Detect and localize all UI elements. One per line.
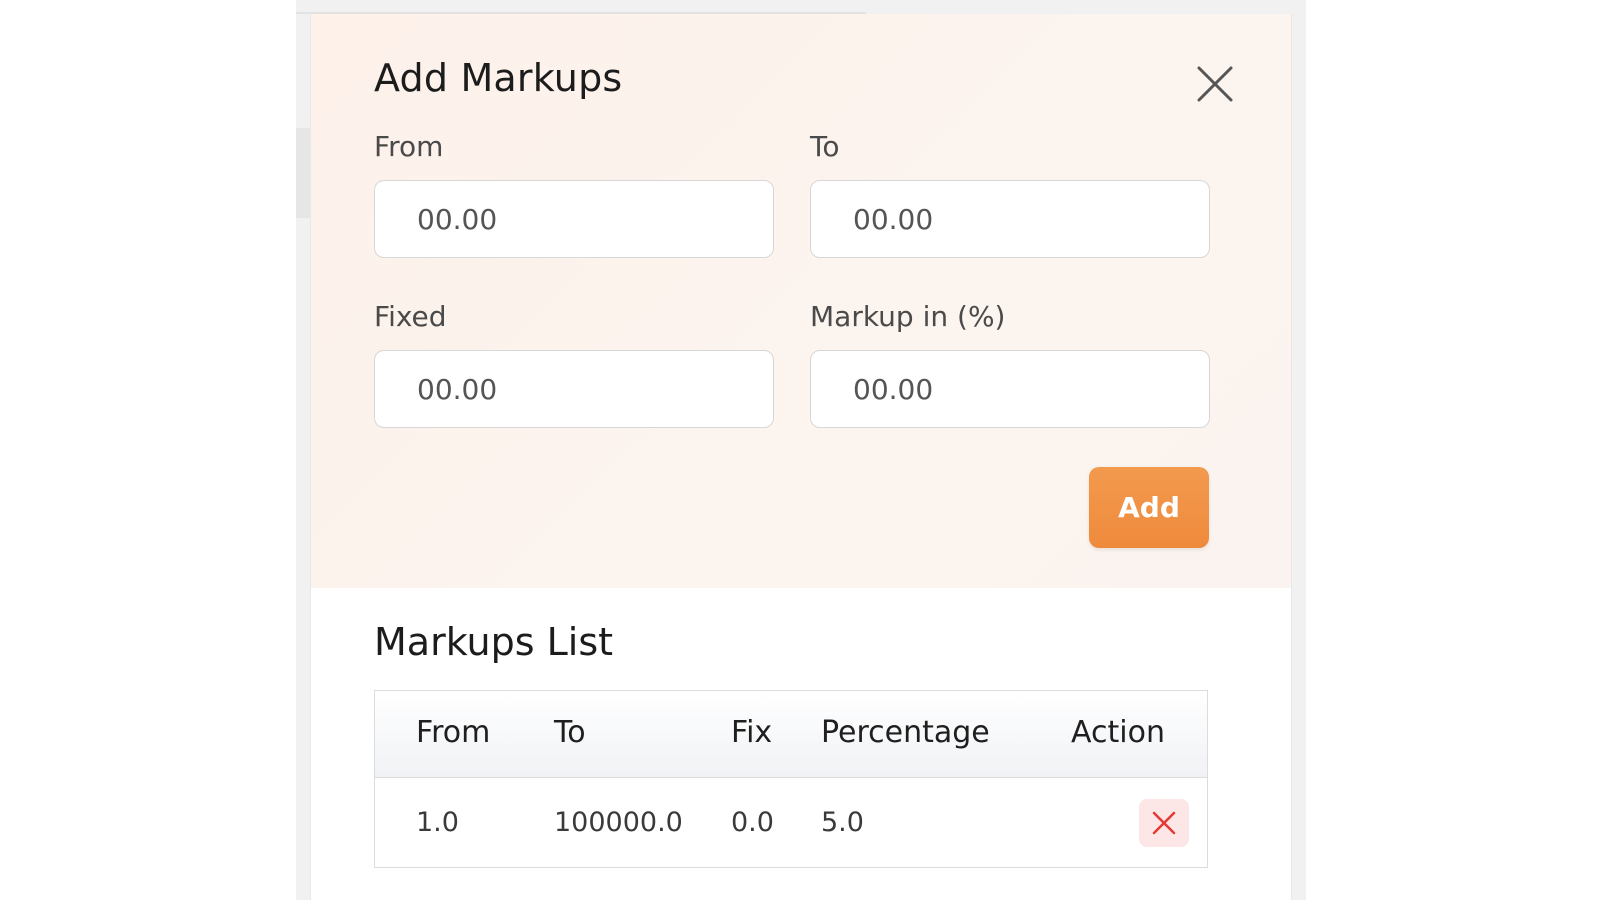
- column-header-fix: Fix: [731, 715, 773, 750]
- table-header: From To Fix Percentage Action: [375, 691, 1207, 778]
- from-label: From: [374, 130, 444, 163]
- cell-from: 1.0: [416, 807, 459, 838]
- markups-table: From To Fix Percentage Action 1.0 100000…: [374, 690, 1208, 868]
- delete-x-icon: [1152, 811, 1176, 835]
- column-header-action: Action: [1071, 715, 1165, 750]
- markup-percent-input[interactable]: [810, 350, 1210, 428]
- delete-button[interactable]: [1139, 799, 1189, 847]
- markup-percent-label: Markup in (%): [810, 300, 1006, 333]
- from-input[interactable]: [374, 180, 774, 258]
- cell-to: 100000.0: [554, 807, 683, 838]
- close-icon[interactable]: [1191, 60, 1239, 108]
- add-markups-modal: Add Markups From To Fixed Markup in (%) …: [310, 14, 1292, 900]
- fixed-label: Fixed: [374, 300, 447, 333]
- column-header-to: To: [554, 715, 586, 750]
- cell-fix: 0.0: [731, 807, 774, 838]
- column-header-from: From: [416, 715, 491, 750]
- modal-title: Add Markups: [374, 56, 623, 100]
- to-input[interactable]: [810, 180, 1210, 258]
- fixed-input[interactable]: [374, 350, 774, 428]
- to-label: To: [810, 130, 840, 163]
- background-sidebar-edge: [296, 128, 310, 218]
- cell-percentage: 5.0: [821, 807, 864, 838]
- column-header-percentage: Percentage: [821, 715, 990, 750]
- add-markups-form: Add Markups From To Fixed Markup in (%) …: [311, 14, 1291, 588]
- add-button[interactable]: Add: [1089, 467, 1209, 548]
- markups-list-title: Markups List: [374, 620, 614, 664]
